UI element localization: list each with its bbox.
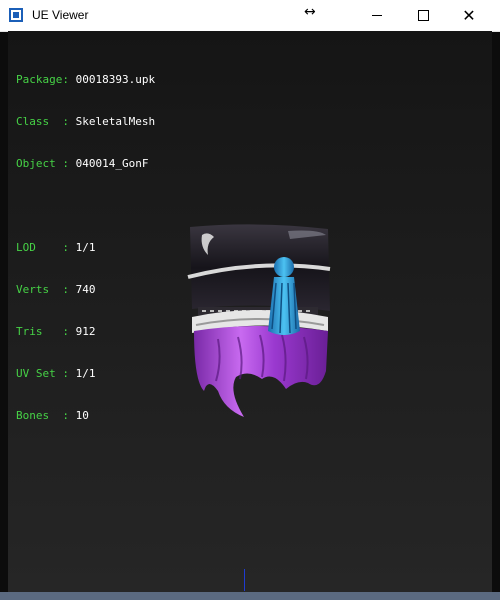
package-value: 00018393.upk bbox=[75, 73, 156, 86]
resize-cursor-icon: ↔ bbox=[304, 4, 316, 20]
close-button[interactable]: ✕ bbox=[446, 0, 492, 31]
bones-value: 10 bbox=[75, 409, 89, 422]
minimize-button[interactable] bbox=[354, 0, 400, 31]
class-value: SkeletalMesh bbox=[75, 115, 156, 128]
object-label: Object : bbox=[16, 157, 76, 170]
origin-axis-marker bbox=[244, 569, 245, 591]
close-icon: ✕ bbox=[462, 5, 476, 25]
class-label: Class : bbox=[16, 115, 76, 128]
bones-label: Bones : bbox=[16, 409, 76, 422]
minimize-icon bbox=[372, 15, 382, 16]
lod-value: 1/1 bbox=[75, 241, 96, 254]
uvset-value: 1/1 bbox=[75, 367, 96, 380]
tris-value: 912 bbox=[75, 325, 96, 338]
skeletal-mesh-render bbox=[187, 224, 331, 417]
lod-label: LOD : bbox=[16, 241, 76, 254]
verts-label: Verts : bbox=[16, 283, 76, 296]
package-label: Package: bbox=[16, 73, 76, 86]
maximize-icon bbox=[417, 10, 429, 21]
object-value: 040014_GonF bbox=[75, 157, 149, 170]
verts-value: 740 bbox=[75, 283, 96, 296]
mesh-info-panel: Package: 00018393.upk Class : SkeletalMe… bbox=[16, 45, 155, 451]
ue-viewer-window: UE Viewer ↔ ✕ Package: 00018393.upk Clas… bbox=[0, 0, 500, 600]
uvset-label: UV Set : bbox=[16, 367, 76, 380]
maximize-button[interactable] bbox=[400, 0, 446, 31]
title-bar[interactable]: UE Viewer ↔ ✕ bbox=[0, 0, 500, 32]
app-icon bbox=[9, 8, 23, 22]
tassel-knot bbox=[274, 257, 294, 277]
taskbar-strip bbox=[0, 592, 500, 600]
tris-label: Tris : bbox=[16, 325, 76, 338]
window-title: UE Viewer bbox=[32, 8, 89, 22]
3d-viewport[interactable]: Package: 00018393.upk Class : SkeletalMe… bbox=[8, 31, 492, 592]
